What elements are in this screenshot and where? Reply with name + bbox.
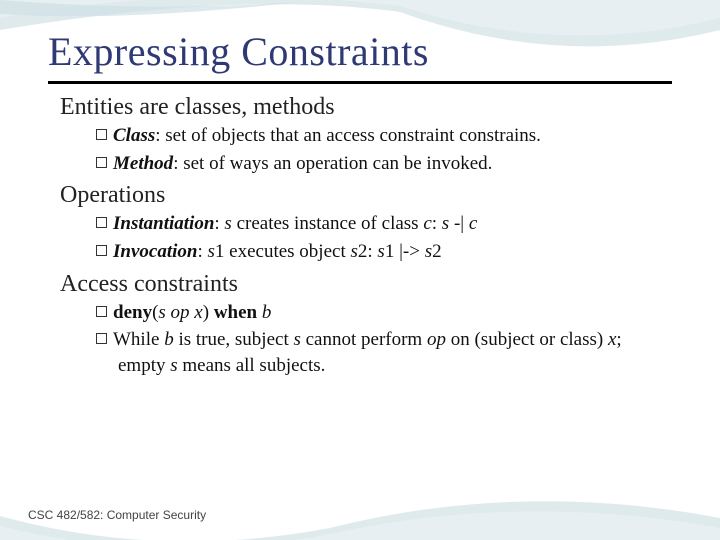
section-2: Access constraints deny(s op x) when b W… [48, 271, 672, 379]
square-bullet-icon [96, 306, 107, 317]
bullet-block: Instantiation: s creates instance of cla… [96, 211, 662, 264]
square-bullet-icon [96, 129, 107, 140]
bullet-term: Invocation [113, 241, 197, 262]
bullet-item: deny(s op x) when b [96, 300, 662, 326]
bullet-term: Class [113, 125, 155, 146]
bullet-text: While b is true, subject s cannot perfor… [113, 329, 622, 376]
bullet-item: Invocation: s1 executes object s2: s1 |-… [96, 239, 662, 265]
slide-title: Expressing Constraints [48, 28, 672, 81]
bullet-term: Method [113, 153, 173, 174]
section-1: Operations Instantiation: s creates inst… [48, 182, 672, 264]
square-bullet-icon [96, 333, 107, 344]
bullet-block: Class: set of objects that an access con… [96, 123, 662, 176]
bullet-term: Instantiation [113, 213, 214, 234]
title-underline [48, 81, 672, 84]
section-heading: Access constraints [60, 271, 672, 298]
bullet-text: deny(s op x) when b [113, 302, 271, 323]
square-bullet-icon [96, 157, 107, 168]
slide-footer: CSC 482/582: Computer Security [28, 508, 206, 522]
bullet-item: Class: set of objects that an access con… [96, 123, 662, 149]
bullet-item: Method: set of ways an operation can be … [96, 151, 662, 177]
bullet-item: While b is true, subject s cannot perfor… [96, 327, 662, 378]
square-bullet-icon [96, 217, 107, 228]
section-heading: Entities are classes, methods [60, 94, 672, 121]
section-0: Entities are classes, methods Class: set… [48, 94, 672, 176]
bullet-text: : s1 executes object s2: s1 |-> s2 [197, 241, 441, 262]
bullet-block: deny(s op x) when b While b is true, sub… [96, 300, 662, 379]
section-heading: Operations [60, 182, 672, 209]
bullet-text: : set of ways an operation can be invoke… [173, 153, 492, 174]
bullet-text: : set of objects that an access constrai… [155, 125, 541, 146]
bullet-text: : s creates instance of class c: s -| c [214, 213, 477, 234]
slide-content: Expressing Constraints Entities are clas… [0, 0, 720, 378]
bullet-item: Instantiation: s creates instance of cla… [96, 211, 662, 237]
square-bullet-icon [96, 245, 107, 256]
